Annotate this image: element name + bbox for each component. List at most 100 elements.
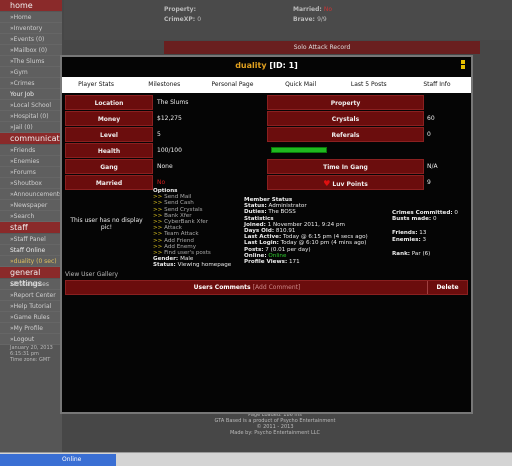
tab-staff-info[interactable]: Staff Info (403, 77, 471, 93)
option-label[interactable]: Send Crystals (164, 207, 202, 213)
field-label: Last Login: (244, 240, 279, 247)
option-label[interactable]: Team Attack (164, 231, 198, 237)
delete-button[interactable]: Delete (427, 281, 467, 294)
solo-attack-record-bar[interactable]: Solo Attack Record (164, 41, 480, 54)
member-status-panel: Member Status Status: Administrator Duties… (244, 197, 394, 265)
stat-row: Location The Slums Property (65, 95, 468, 110)
option-label[interactable]: Add Enemy (164, 244, 196, 250)
sidebar-item[interactable]: »Gym (0, 67, 62, 78)
status-info: Status: Viewing homepage (153, 262, 232, 269)
married-info: Married: No (293, 6, 333, 13)
sidebar-section-heading: home (0, 0, 62, 11)
user-id: [ID: 1] (269, 61, 298, 70)
stat-label: Married (65, 175, 153, 190)
option-label[interactable]: Send Cash (164, 200, 194, 206)
field-label: Status: (244, 203, 267, 210)
member-status-line: Profile Views: 171 (244, 259, 394, 265)
sidebar-item[interactable]: »Mailbox (0) (0, 45, 62, 56)
tab-milestones[interactable]: Milestones (130, 77, 198, 93)
stat-value: N/A (427, 163, 438, 170)
stat-value: The Slums (157, 99, 189, 106)
tab-personal-page[interactable]: Personal Page (198, 77, 266, 93)
option-label[interactable]: Send Mail (164, 194, 191, 200)
options-panel: Options >> Send Mail >> Send Cash >> Send … (153, 188, 248, 269)
sidebar-item[interactable]: »Logout (0, 334, 62, 345)
field-value: 1 November 2011, 9:24 pm (267, 221, 345, 228)
stat-row: Married No ♥ Luv Points 9 (65, 175, 468, 190)
stat-label: Time In Gang (267, 159, 424, 174)
stat-label-text: Referals (331, 132, 360, 139)
field-value: The BOSS (268, 209, 296, 216)
stat-value: None (157, 163, 173, 170)
taskbar: Online (0, 452, 512, 466)
stat-label-text: Luv Points (332, 181, 368, 188)
option-label[interactable]: Find user's posts (164, 250, 211, 256)
sidebar-item[interactable]: »Hospital (0) (0, 111, 62, 122)
stat-value: 9 (427, 179, 431, 186)
stat-value: 100/100 (157, 147, 182, 154)
field-value: 171 (288, 259, 300, 266)
option-label[interactable]: Bank Xfer (164, 213, 191, 219)
sidebar-item[interactable]: »Friends (0, 145, 62, 156)
profile-modal: duality [ID: 1] Player Stats Milestones Pe… (60, 55, 473, 414)
health-bar (271, 147, 327, 153)
sidebar-item[interactable]: »Local School (0, 100, 62, 111)
field-value: Online (268, 252, 287, 259)
sidebar-item[interactable]: »The Slums (0, 56, 62, 67)
sidebar-item[interactable]: »Shoutbox (0, 178, 62, 189)
sidebar-item[interactable]: »Newspaper (0, 200, 62, 211)
field-label: Profile Views: (244, 259, 288, 266)
taskbar-online-button[interactable]: Online (58, 454, 116, 466)
sidebar-item[interactable]: »Search (0, 211, 62, 222)
field-label: Last Active: (244, 234, 282, 241)
stat-label: Property (267, 95, 424, 110)
sidebar-item[interactable]: »Staff Panel (0, 234, 62, 245)
field-value: 7 (0.01 per day) (265, 246, 311, 253)
sidebar-clock-text: Time zone: GMT (10, 357, 51, 363)
view-user-gallery-link[interactable]: View User Gallery (65, 271, 118, 278)
sidebar-item[interactable]: »My Profile (0, 323, 62, 334)
close-icon[interactable] (460, 60, 467, 71)
username: duality (235, 61, 267, 70)
sidebar-item[interactable]: »Crimes (0, 78, 62, 89)
sidebar-item[interactable]: »Preferences (0, 279, 62, 290)
stat-row: Health 100/100 (65, 143, 468, 158)
sidebar-item[interactable]: »Help Tutorial (0, 301, 62, 312)
sidebar-item[interactable]: »Home (0, 12, 62, 23)
option-label[interactable]: Add Friend (164, 238, 194, 244)
tab-last-5-posts[interactable]: Last 5 Posts (335, 77, 403, 93)
no-display-pic-text: This user has no display pic! (70, 217, 143, 231)
taskbar-start-button[interactable] (0, 454, 58, 466)
sidebar-item[interactable]: »Inventory (0, 23, 62, 34)
tab-quick-mail[interactable]: Quick Mail (267, 77, 335, 93)
stat-label-text: Property (330, 100, 361, 107)
rank-info: Rank: Par (6) (392, 250, 431, 257)
stat-value: 5 (157, 131, 161, 138)
sidebar-item[interactable]: »Enemies (0, 156, 62, 167)
field-value: Administrator (268, 203, 307, 210)
stat-label: Location (65, 95, 153, 110)
option-label[interactable]: Attack (164, 225, 182, 231)
heading-text: Member Status (244, 197, 293, 203)
add-comment-link[interactable]: [Add Comment] (253, 284, 301, 291)
footer-text: Page Loaded: 186 ms GTA Based is a produ… (150, 412, 400, 436)
stat-row: Money $12,275 Crystals 60 (65, 111, 468, 126)
stat-value: 60 (427, 115, 435, 122)
sidebar-item[interactable]: »Report Center (0, 290, 62, 301)
crimes-panel: Crimes Committed: 0 Busts made: 0 Friend… (392, 210, 472, 257)
stat-value: 0 (427, 131, 431, 138)
tab-player-stats[interactable]: Player Stats (62, 77, 130, 93)
sidebar-item[interactable]: »Forums (0, 167, 62, 178)
sidebar-item[interactable]: »Announcements (0, 189, 62, 200)
sidebar-item[interactable]: »Events (0) (0, 34, 62, 45)
sidebar-item[interactable]: Staff Online (0, 245, 62, 256)
sidebar-item[interactable]: »Jail (0) (0, 122, 62, 133)
heading-text: Statistics (244, 215, 274, 222)
field-label: Posts: (244, 246, 264, 253)
sidebar-item[interactable]: »duality (0 sec) (0, 256, 62, 267)
stat-label: Crystals (267, 111, 424, 126)
option-label[interactable]: CyberBank Xfer (164, 219, 208, 225)
stat-value: $12,275 (157, 115, 182, 122)
sidebar-item[interactable]: »Game Rules (0, 312, 62, 323)
sidebar-item[interactable]: Your Job (0, 89, 62, 100)
